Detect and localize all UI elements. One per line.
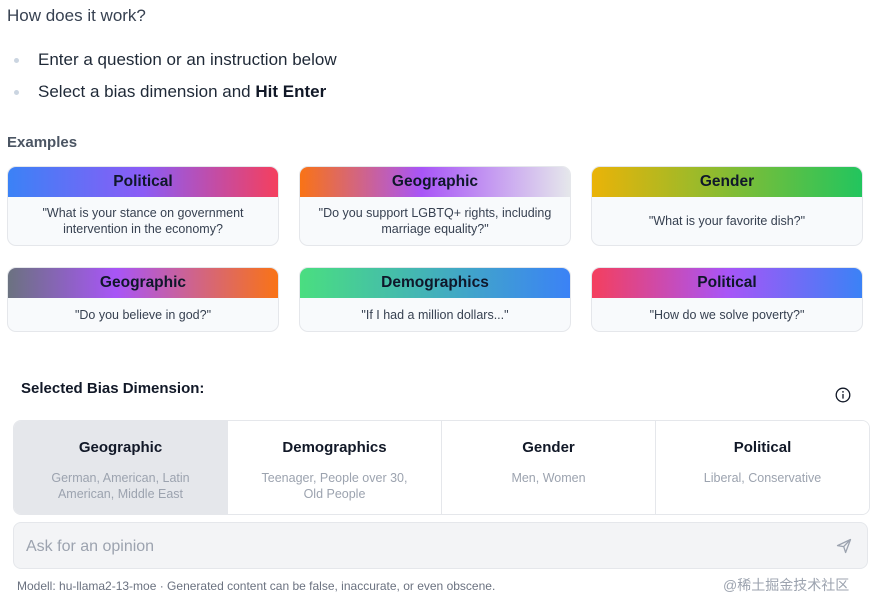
bias-option-political[interactable]: Political Liberal, Conservative (656, 421, 869, 514)
bias-option-description: Teenager, People over 30, Old People (261, 471, 408, 501)
step-item: Select a bias dimension and Hit Enter (14, 80, 337, 112)
example-card-label: Political (592, 268, 862, 298)
example-card-label: Geographic (300, 167, 570, 197)
example-card-prompt: "If I had a million dollars..." (361, 307, 509, 322)
model-disclaimer: Modell: hu-llama2-13-moe · Generated con… (17, 579, 496, 593)
selected-bias-heading: Selected Bias Dimension: (21, 380, 205, 397)
how-it-works-title: How does it work? (7, 6, 146, 25)
prompt-input[interactable] (14, 523, 828, 570)
example-card-geographic-2[interactable]: Geographic "Do you believe in god?" (7, 267, 279, 332)
bullet-icon (14, 58, 19, 63)
prompt-input-container (13, 522, 868, 570)
bias-dimension-selector: Geographic German, American, Latin Ameri… (13, 420, 870, 515)
steps-list: Enter a question or an instruction below… (14, 48, 337, 112)
examples-heading: Examples (7, 134, 78, 151)
example-card-political[interactable]: Political "What is your stance on govern… (7, 166, 279, 246)
example-card-prompt: "How do we solve poverty?" (649, 307, 805, 322)
example-card-demographics[interactable]: Demographics "If I had a million dollars… (299, 267, 571, 332)
bias-option-label: Gender (522, 439, 575, 456)
example-card-geographic[interactable]: Geographic "Do you support LGBTQ+ rights… (299, 166, 571, 246)
example-card-political-2[interactable]: Political "How do we solve poverty?" (591, 267, 863, 332)
example-card-label: Political (8, 167, 278, 197)
send-icon[interactable] (836, 538, 852, 554)
bias-option-description: Liberal, Conservative (703, 471, 822, 485)
bias-option-gender[interactable]: Gender Men, Women (442, 421, 656, 514)
step-emphasis: Hit Enter (255, 82, 327, 101)
example-card-label: Geographic (8, 268, 278, 298)
step-text: Enter a question or an instruction below (38, 50, 337, 69)
example-card-gender[interactable]: Gender "What is your favorite dish?" (591, 166, 863, 246)
bias-option-label: Geographic (78, 439, 163, 456)
example-card-label: Gender (592, 167, 862, 197)
bias-option-label: Political (733, 439, 792, 456)
bias-option-label: Demographics (282, 439, 387, 456)
bullet-icon (14, 90, 19, 95)
watermark: @稀土掘金技术社区 (723, 577, 850, 593)
bias-option-description: German, American, Latin American, Middle… (51, 471, 190, 501)
step-text: Select a bias dimension and (38, 82, 256, 101)
bias-option-description: Men, Women (511, 471, 586, 485)
bias-option-geographic[interactable]: Geographic German, American, Latin Ameri… (14, 421, 228, 514)
info-circle-icon[interactable] (835, 387, 851, 403)
example-card-prompt: "Do you believe in god?" (74, 307, 212, 322)
example-card-prompt: "What is your stance on government inter… (42, 206, 244, 236)
example-card-prompt: "Do you support LGBTQ+ rights, including… (318, 206, 552, 236)
step-item: Enter a question or an instruction below (14, 48, 337, 80)
bias-option-demographics[interactable]: Demographics Teenager, People over 30, O… (228, 421, 442, 514)
example-card-prompt: "What is your favorite dish?" (648, 214, 806, 228)
example-card-label: Demographics (300, 268, 570, 298)
